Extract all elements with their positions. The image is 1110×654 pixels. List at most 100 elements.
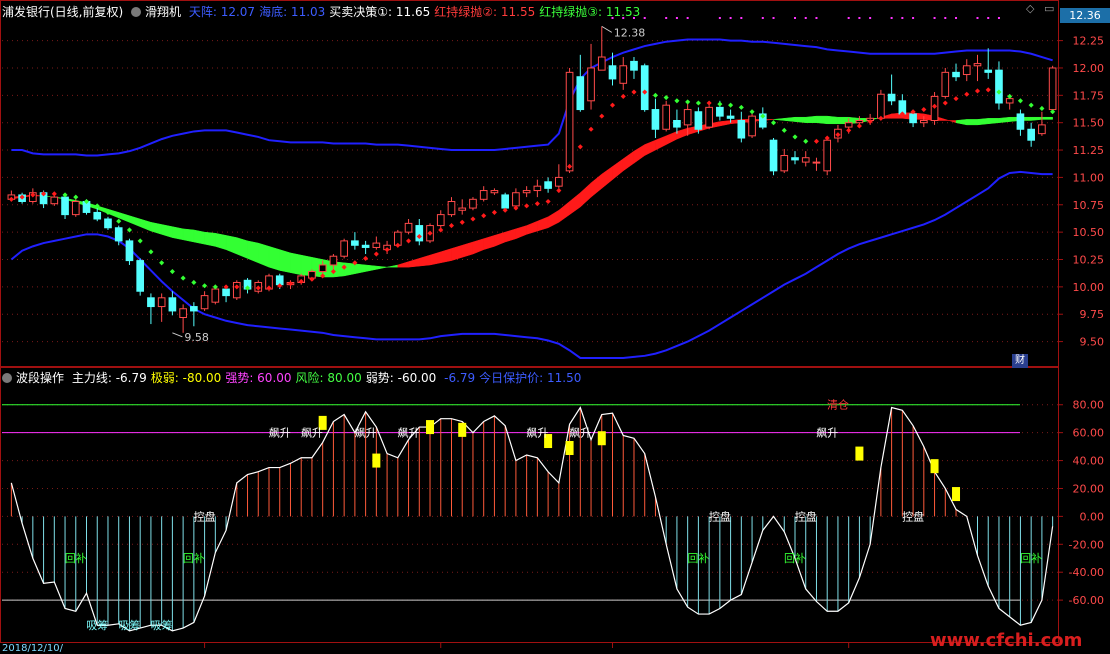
candle-body [157,297,166,308]
y-tick-label: 10.00 [1073,281,1105,294]
decision-dot [148,249,154,255]
decision-dot [609,102,616,108]
candle-body [136,260,145,292]
osc-y-tick-label: 60.00 [1073,427,1105,440]
decision-dot [545,198,551,205]
decision-dot [556,188,562,194]
decision-dot [180,275,186,281]
candle-body [458,207,467,211]
header-bottom-item: 主力线: -6.79 [71,371,147,385]
indicator-toggle-icon[interactable] [131,7,142,17]
ribbon-segment [665,131,678,145]
signal-marker [930,459,939,474]
decision-dot [406,238,412,244]
header-top-item: 天阵: 12.07 [188,5,256,19]
candle-body [222,288,230,297]
ribbon-segment [387,264,399,268]
signal-dot [933,17,936,19]
ribbon-segment [998,116,1010,123]
osc-label: 飙升 [398,426,420,440]
signal-dot [686,17,689,19]
finance-button[interactable]: 财 [1012,354,1028,368]
osc-label: 控盘 [194,509,216,523]
y-tick-label: 10.50 [1073,226,1105,239]
decision-dot [599,113,605,119]
decision-dot [942,100,948,106]
osc-label: 回补 [784,552,806,565]
decision-dot [169,268,175,275]
ribbon-segment [461,241,474,258]
candle-body [190,306,198,312]
candle-body [576,76,585,111]
ribbon-segment [504,228,517,243]
decision-dot [985,87,991,93]
candle-body [640,65,649,111]
ribbon-segment [258,242,270,268]
collapse-arrow-icon[interactable]: ▭ [1044,2,1054,15]
signal-dot [858,17,861,19]
candle-body [168,297,177,312]
signal-dot [955,17,958,19]
ribbon-segment [805,115,817,123]
collapse-arrow-icon[interactable]: ◇ [1026,2,1034,15]
osc-label: 控盘 [902,509,924,523]
candle-body [93,211,102,220]
signal-dot [772,17,775,19]
ribbon-segment [558,200,570,223]
osc-label: 飙升 [526,426,548,440]
decision-dot [674,98,680,104]
decision-dot [631,89,637,95]
header-bottom-items: 主力线: -6.79 极弱: -80.00 强势: 60.00 风险: 80.00 弱势… [72,371,586,385]
indicator-toggle-icon[interactable] [2,373,12,383]
osc-y-tick-label: 80.00 [1073,399,1105,412]
ribbon-segment [236,237,248,259]
candle-body [61,196,69,216]
ribbon-segment [547,209,560,229]
header-top-item: 海底: 11.03 [259,5,326,19]
candle-body [533,185,542,192]
signal-dot [987,17,990,19]
decision-dot [1028,102,1034,108]
candle-body [877,93,885,119]
osc-label: 吸筹 [86,618,108,632]
candle-body [984,69,993,73]
ribbon-segment [408,258,420,268]
ribbon-segment [987,118,1000,125]
signal-marker [565,441,574,456]
signal-dot [740,17,743,19]
header-bottom-item: 风险: 80.00 [295,371,362,385]
ribbon-segment [633,144,645,164]
decision-dot [448,223,455,229]
candle-body [705,106,713,128]
decision-dot [792,134,798,140]
extreme-pointer [172,332,183,338]
header-bottom-item: -6.79 [440,371,476,385]
candle-body [726,115,735,119]
ribbon-segment [526,220,538,235]
decision-dot [695,100,701,106]
decision-dot [287,281,294,287]
ribbon-segment [107,208,119,219]
candle-body [909,113,917,124]
decision-dot [717,101,723,107]
ribbon-segment [290,252,302,276]
header-top-items: 天阵: 12.07 海底: 11.03 买卖决策①: 11.65 红持绿抛②: 11.… [189,5,644,19]
y-tick-label: 9.50 [1080,336,1105,349]
candle-body [855,120,864,124]
osc-label: 飙升 [269,426,291,440]
decision-dot [620,93,626,99]
ribbon-segment [1030,116,1043,121]
osc-label: 回补 [65,552,87,565]
upper-band-line [11,38,1053,157]
decision-dot [706,100,712,106]
main-panel-frame [0,0,1059,367]
candle-body [587,67,595,102]
osc-label: 吸筹 [118,618,140,632]
ribbon-segment [204,231,216,247]
ribbon-segment [494,231,506,247]
decision-dot [974,88,981,94]
signal-dot [815,17,818,19]
decision-dot [846,127,852,133]
header-top-item: 红持绿抛②: 11.55 [434,5,536,19]
ribbon-segment [440,248,452,264]
